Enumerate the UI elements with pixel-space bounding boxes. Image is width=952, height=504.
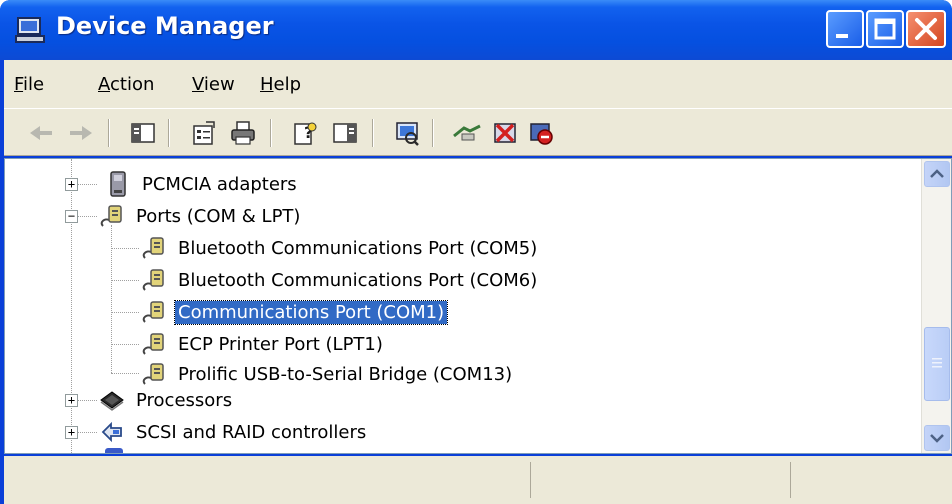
port-icon: [139, 298, 169, 326]
scan-hardware-button[interactable]: [392, 118, 422, 148]
tree-connector-line: [111, 280, 139, 281]
tree-item-label-selected: Communications Port (COM1): [173, 299, 449, 325]
tree-item-bluetooth-com5[interactable]: Bluetooth Communications Port (COM5): [139, 232, 540, 264]
maximize-icon: [874, 18, 896, 40]
close-button[interactable]: [906, 10, 946, 48]
port-icon: [139, 234, 169, 262]
tree-item-communications-com1[interactable]: Communications Port (COM1): [139, 296, 449, 328]
scroll-up-button[interactable]: [924, 161, 950, 187]
close-icon: [915, 18, 937, 40]
grip-icon: [932, 358, 942, 368]
disable-button[interactable]: [526, 118, 556, 148]
pcmcia-icon: [103, 170, 133, 198]
tree-item-label: Processors: [136, 389, 233, 411]
minimize-icon: [836, 34, 848, 38]
menu-bar: File Action View Help: [4, 60, 952, 108]
menu-help[interactable]: Help: [260, 74, 301, 95]
disable-icon: [530, 123, 553, 145]
status-pane: [790, 462, 952, 498]
help-icon: ?: [294, 122, 317, 145]
scroll-thumb[interactable]: [924, 327, 950, 401]
device-manager-window: Device Manager File Action View Help ? +…: [0, 0, 952, 504]
status-bar: [4, 456, 952, 504]
uninstall-button[interactable]: [490, 118, 520, 148]
toolbar: ?: [4, 108, 952, 156]
tree-connector-line: [111, 373, 139, 374]
tree-content: + PCMCIA adapters − Ports (COM & LPT) Bl…: [5, 159, 921, 453]
menu-action[interactable]: Action: [98, 74, 154, 95]
show-hide-console-tree-icon: [131, 123, 155, 143]
computer-icon: [15, 17, 45, 43]
tree-item-ports[interactable]: Ports (COM & LPT): [97, 200, 303, 232]
tree-item-bluetooth-com6[interactable]: Bluetooth Communications Port (COM6): [139, 264, 540, 296]
scroll-down-button[interactable]: [924, 425, 950, 451]
show-hide-action-pane-icon: [333, 123, 357, 143]
partial-item-icon: [105, 448, 123, 453]
properties-button[interactable]: [188, 118, 218, 148]
toolbar-separator: [168, 119, 170, 147]
scsi-icon: [97, 418, 127, 446]
tree-item-label: SCSI and RAID controllers: [136, 421, 367, 443]
toolbar-separator: [432, 119, 434, 147]
tree-connector-line: [111, 344, 139, 345]
expand-toggle[interactable]: +: [65, 394, 78, 407]
print-icon: [231, 121, 255, 145]
port-icon: [139, 330, 169, 358]
port-icon: [97, 202, 127, 230]
back-button[interactable]: [26, 118, 56, 148]
tree-item-scsi-raid[interactable]: SCSI and RAID controllers: [97, 416, 369, 448]
toolbar-separator: [108, 119, 110, 147]
device-tree[interactable]: + PCMCIA adapters − Ports (COM & LPT) Bl…: [4, 158, 952, 454]
show-hide-tree-button[interactable]: [128, 118, 158, 148]
tree-item-label: Prolific USB-to-Serial Bridge (COM13): [178, 363, 513, 385]
port-icon: [139, 266, 169, 294]
tree-connector-line: [111, 248, 139, 249]
maximize-button[interactable]: [866, 10, 904, 48]
tree-item-label: Bluetooth Communications Port (COM5): [178, 237, 538, 259]
back-arrow-icon: [30, 126, 52, 140]
tree-item-processors[interactable]: Processors: [97, 384, 235, 416]
update-driver-icon: [453, 124, 481, 141]
expand-toggle[interactable]: +: [65, 426, 78, 439]
uninstall-icon: [494, 123, 516, 143]
print-button[interactable]: [228, 118, 258, 148]
scan-hardware-icon: [396, 122, 419, 146]
title-bar[interactable]: Device Manager: [0, 0, 952, 60]
tree-item-label: Ports (COM & LPT): [136, 205, 301, 227]
chevron-up-icon: [930, 169, 944, 178]
properties-icon: [193, 121, 215, 145]
tree-item-ecp-printer-lpt1[interactable]: ECP Printer Port (LPT1): [139, 328, 386, 360]
vertical-scrollbar[interactable]: [921, 159, 951, 453]
tree-item-pcmcia-adapters[interactable]: PCMCIA adapters: [103, 168, 300, 200]
toolbar-separator: [372, 119, 374, 147]
tree-item-label: ECP Printer Port (LPT1): [178, 333, 383, 355]
help-button[interactable]: ?: [290, 118, 320, 148]
tree-connector-line: [71, 159, 72, 453]
collapse-toggle[interactable]: −: [65, 210, 78, 223]
tree-item-label: PCMCIA adapters: [142, 173, 297, 195]
expand-toggle[interactable]: +: [65, 178, 78, 191]
chevron-down-icon: [930, 434, 944, 443]
toolbar-separator: [270, 119, 272, 147]
processor-icon: [97, 386, 127, 414]
menu-view[interactable]: View: [192, 74, 235, 95]
window-title: Device Manager: [56, 12, 274, 40]
menu-file[interactable]: File: [14, 74, 44, 95]
show-hide-action-pane-button[interactable]: [330, 118, 360, 148]
tree-item-label: Bluetooth Communications Port (COM6): [178, 269, 538, 291]
status-pane: [530, 462, 790, 498]
minimize-button[interactable]: [826, 10, 864, 48]
update-driver-button[interactable]: [452, 118, 482, 148]
forward-arrow-icon: [70, 126, 92, 140]
tree-connector-line: [111, 312, 139, 313]
forward-button[interactable]: [66, 118, 96, 148]
